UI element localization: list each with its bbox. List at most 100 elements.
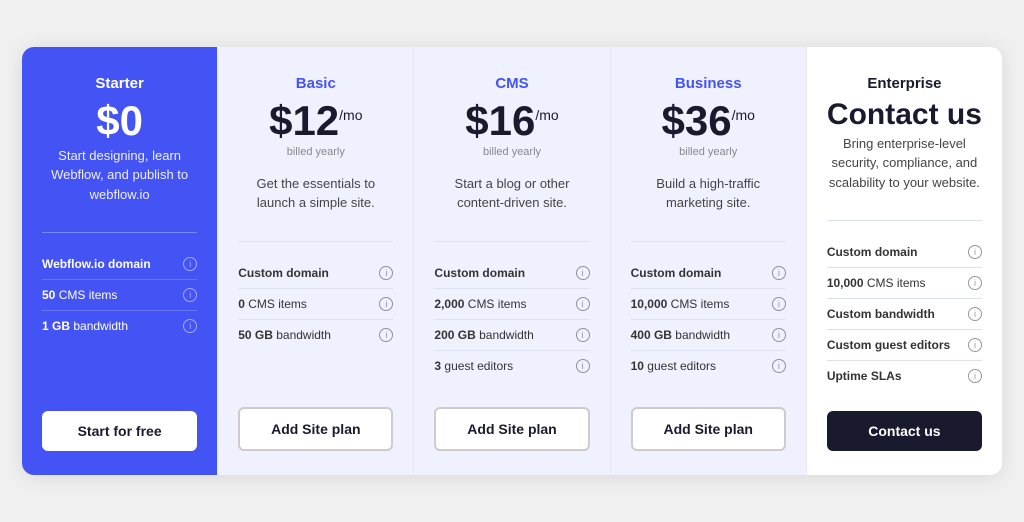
feature-label: 10,000 CMS items: [631, 297, 730, 311]
feature-label: 2,000 CMS items: [434, 297, 526, 311]
plan-name-enterprise: Enterprise: [827, 75, 982, 92]
info-icon[interactable]: i: [379, 297, 393, 311]
list-item: 400 GB bandwidth i: [631, 320, 786, 351]
info-icon[interactable]: i: [576, 359, 590, 373]
plan-cta-cms: Add Site plan: [434, 407, 589, 451]
list-item: Custom bandwidth i: [827, 299, 982, 330]
info-icon[interactable]: i: [183, 257, 197, 271]
features-divider-basic: [238, 241, 393, 242]
plan-description-starter: Start designing, learn Webflow, and publ…: [42, 146, 197, 205]
list-item: 0 CMS items i: [238, 289, 393, 320]
plan-description-cms: Start a blog or other content-driven sit…: [434, 174, 589, 213]
features-list-business: Custom domaini10,000 CMS itemsi400 GB ba…: [631, 258, 786, 384]
plan-description-enterprise: Bring enterprise-level security, complia…: [827, 134, 982, 193]
plan-price-starter: $0: [42, 100, 197, 142]
list-item: Custom domain i: [434, 258, 589, 289]
cta-button-cms[interactable]: Add Site plan: [434, 407, 589, 451]
feature-label: 50 GB bandwidth: [238, 328, 331, 342]
plan-cta-business: Add Site plan: [631, 407, 786, 451]
features-divider-cms: [434, 241, 589, 242]
list-item: 50 CMS items i: [42, 280, 197, 311]
info-icon[interactable]: i: [968, 276, 982, 290]
plan-price-business: $36/mo: [631, 100, 786, 142]
cta-button-basic[interactable]: Add Site plan: [238, 407, 393, 451]
features-divider-enterprise: [827, 220, 982, 221]
feature-label: 10 guest editors: [631, 359, 716, 373]
info-icon[interactable]: i: [968, 245, 982, 259]
plan-card-business: Business $36/mo billed yearly Build a high-…: [611, 47, 807, 476]
plan-description-business: Build a high-traffic marketing site.: [631, 174, 786, 213]
list-item: 10,000 CMS items i: [827, 268, 982, 299]
billed-yearly-basic: billed yearly: [238, 146, 393, 158]
features-list-enterprise: Custom domaini10,000 CMS itemsiCustom ba…: [827, 237, 982, 391]
feature-label: 1 GB bandwidth: [42, 319, 128, 333]
features-divider-business: [631, 241, 786, 242]
plan-card-basic: Basic $12/mo billed yearly Get the essentia…: [218, 47, 414, 476]
info-icon[interactable]: i: [183, 319, 197, 333]
list-item: Custom domain i: [827, 237, 982, 268]
list-item: Custom domain i: [631, 258, 786, 289]
feature-label: 400 GB bandwidth: [631, 328, 730, 342]
list-item: Custom guest editors i: [827, 330, 982, 361]
list-item: Webflow.io domain i: [42, 249, 197, 280]
list-item: 3 guest editors i: [434, 351, 589, 381]
plan-name-basic: Basic: [238, 75, 393, 92]
info-icon[interactable]: i: [772, 359, 786, 373]
feature-label: Webflow.io domain: [42, 257, 151, 271]
plan-name-business: Business: [631, 75, 786, 92]
info-icon[interactable]: i: [379, 266, 393, 280]
feature-label: 10,000 CMS items: [827, 276, 926, 290]
feature-label: Custom domain: [631, 266, 722, 280]
list-item: 10,000 CMS items i: [631, 289, 786, 320]
info-icon[interactable]: i: [772, 328, 786, 342]
plan-name-cms: CMS: [434, 75, 589, 92]
list-item: 50 GB bandwidth i: [238, 320, 393, 350]
info-icon[interactable]: i: [968, 369, 982, 383]
info-icon[interactable]: i: [576, 266, 590, 280]
list-item: 200 GB bandwidth i: [434, 320, 589, 351]
feature-label: Custom domain: [827, 245, 918, 259]
cta-button-starter[interactable]: Start for free: [42, 411, 197, 451]
billed-yearly-cms: billed yearly: [434, 146, 589, 158]
info-icon[interactable]: i: [183, 288, 197, 302]
info-icon[interactable]: i: [576, 297, 590, 311]
list-item: Custom domaini: [238, 258, 393, 289]
feature-label: Custom guest editors: [827, 338, 950, 352]
list-item: 1 GB bandwidth i: [42, 311, 197, 341]
plan-card-starter: Starter $0Start designing, learn Webflow,…: [22, 47, 218, 476]
plan-card-cms: CMS $16/mo billed yearly Start a blog or ot…: [414, 47, 610, 476]
features-list-cms: Custom domaini2,000 CMS itemsi200 GB ban…: [434, 258, 589, 384]
feature-label: Uptime SLAs: [827, 369, 902, 383]
cta-button-business[interactable]: Add Site plan: [631, 407, 786, 451]
info-icon[interactable]: i: [772, 297, 786, 311]
list-item: Uptime SLAs i: [827, 361, 982, 391]
plan-name-starter: Starter: [42, 75, 197, 92]
plan-cta-basic: Add Site plan: [238, 407, 393, 451]
features-list-basic: Custom domaini0 CMS itemsi50 GB bandwidt…: [238, 258, 393, 369]
plan-cta-enterprise: Contact us: [827, 411, 982, 451]
info-icon[interactable]: i: [968, 338, 982, 352]
plan-price-basic: $12/mo: [238, 100, 393, 142]
feature-label: 50 CMS items: [42, 288, 117, 302]
feature-label: Custom domain: [434, 266, 525, 280]
info-icon[interactable]: i: [772, 266, 786, 280]
info-icon[interactable]: i: [576, 328, 590, 342]
feature-label: 200 GB bandwidth: [434, 328, 533, 342]
cta-button-enterprise[interactable]: Contact us: [827, 411, 982, 451]
features-list-starter: Webflow.io domaini50 CMS itemsi1 GB band…: [42, 249, 197, 366]
features-divider-starter: [42, 232, 197, 233]
list-item: 2,000 CMS items i: [434, 289, 589, 320]
pricing-container: Starter $0Start designing, learn Webflow,…: [22, 47, 1002, 476]
feature-label: Custom bandwidth: [827, 307, 935, 321]
info-icon[interactable]: i: [379, 328, 393, 342]
plan-card-enterprise: Enterprise Contact us Bring enterprise-lev…: [807, 47, 1002, 476]
billed-yearly-business: billed yearly: [631, 146, 786, 158]
plan-price-enterprise: Contact us: [827, 100, 982, 130]
feature-label: 3 guest editors: [434, 359, 513, 373]
plan-price-cms: $16/mo: [434, 100, 589, 142]
plan-description-basic: Get the essentials to launch a simple si…: [238, 174, 393, 213]
list-item: 10 guest editors i: [631, 351, 786, 381]
feature-label: 0 CMS items: [238, 297, 307, 311]
plan-cta-starter: Start for free: [42, 411, 197, 451]
info-icon[interactable]: i: [968, 307, 982, 321]
